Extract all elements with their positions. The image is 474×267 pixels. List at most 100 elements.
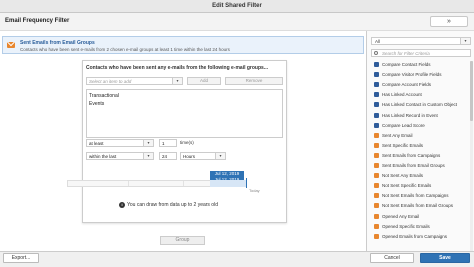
- criteria-list-item-label: Not Sent Emails from Email Groups: [382, 203, 454, 209]
- criteria-list-item[interactable]: Compare Account Fields: [371, 81, 471, 89]
- criteria-list-item-label: Compare Account Fields: [382, 82, 432, 88]
- cancel-button[interactable]: Cancel: [370, 253, 414, 263]
- person-icon: [374, 122, 379, 128]
- criteria-list-item[interactable]: Not Sent Emails from Email Groups: [371, 202, 471, 210]
- criteria-title: Sent Emails from Email Groups: [20, 40, 95, 46]
- criteria-list-item-label: Opened Specific Emails: [382, 223, 430, 229]
- email-icon: [374, 142, 379, 148]
- criteria-list-item[interactable]: Sent Any Email: [371, 132, 471, 140]
- criteria-list-item-label: Sent Any Email: [382, 132, 413, 138]
- person-icon: [374, 82, 379, 88]
- email-icon: [374, 203, 379, 209]
- criteria-list-item-label: Opened Emails from Campaigns: [382, 233, 448, 239]
- criteria-list-item-label: Compare Lead Score: [382, 122, 425, 128]
- list-item[interactable]: Events: [89, 101, 104, 107]
- criteria-list: Compare Contact Fields Compare Visitor Pr…: [371, 61, 471, 251]
- criteria-list-item-label: Not Sent Specific Emails: [382, 183, 432, 189]
- frequency-count-value: 1: [162, 141, 165, 146]
- chevron-down-icon[interactable]: ▾: [460, 38, 470, 44]
- criteria-list-item-label: Compare Contact Fields: [382, 62, 431, 67]
- criteria-category-value: All: [375, 39, 381, 44]
- period-count-value: 24: [162, 154, 168, 159]
- criteria-list-item[interactable]: Opened Any Email: [371, 213, 471, 221]
- criteria-list-item-label: Sent Emails from Email Groups: [382, 163, 445, 168]
- search-icon: [374, 51, 378, 55]
- period-unit-value: Hours: [183, 154, 196, 159]
- period-count-field[interactable]: 24: [159, 152, 177, 160]
- criteria-list-item[interactable]: Not Sent Emails from Campaigns: [371, 192, 471, 200]
- email-icon: [374, 193, 379, 199]
- chevron-down-icon[interactable]: ▾: [172, 78, 182, 84]
- window-title: Edit Shared Filter: [212, 3, 262, 9]
- period-operator-select[interactable]: within the last ▾: [86, 152, 154, 160]
- criteria-list-item[interactable]: Sent Specific Emails: [371, 142, 471, 150]
- timeline-selected-range: [210, 180, 247, 187]
- chevron-down-icon[interactable]: ▾: [143, 140, 153, 146]
- criteria-list-item-label: Not Sent Any Emails: [382, 173, 424, 179]
- export-button[interactable]: Export...: [3, 253, 39, 263]
- timeline-end-label: Today: [249, 188, 260, 193]
- panel-question: Contacts who have been sent any e-mails …: [86, 65, 268, 71]
- expand-button[interactable]: »: [430, 16, 468, 27]
- criteria-list-item[interactable]: Compare Visitor Profile Fields: [371, 71, 471, 79]
- criteria-description: Contacts who have been sent e-mails from…: [20, 47, 230, 52]
- email-icon: [374, 213, 379, 219]
- frequency-operator-value: at least: [89, 141, 104, 146]
- criteria-editor-panel: Contacts who have been sent any e-mails …: [82, 60, 287, 223]
- person-icon: [374, 72, 379, 78]
- criteria-list-item-label: Sent Emails from Campaigns: [382, 152, 441, 158]
- criteria-list-item-label: Not Sent Emails from Campaigns: [382, 193, 449, 199]
- criteria-category-select[interactable]: All ▾: [371, 37, 471, 45]
- date-range-info-text: You can draw from data up to 2 years old: [127, 202, 218, 208]
- timeline-tick: [128, 181, 129, 186]
- person-icon: [374, 102, 379, 108]
- email-groups-list[interactable]: Transactional Events: [86, 89, 283, 138]
- filter-type-title: Email Frequency Filter: [5, 18, 70, 24]
- criteria-list-item[interactable]: Sent Emails from Campaigns: [371, 152, 471, 160]
- chevron-down-icon[interactable]: ▾: [143, 153, 153, 159]
- email-icon: [374, 132, 379, 138]
- criteria-list-item-label: Sent Specific Emails: [382, 142, 424, 148]
- scrollbar-thumb[interactable]: [470, 61, 473, 121]
- info-icon: i: [119, 202, 125, 208]
- criteria-list-item[interactable]: Sent Emails from Email Groups: [371, 162, 471, 170]
- email-icon: [374, 183, 379, 189]
- frequency-operator-select[interactable]: at least ▾: [86, 139, 154, 147]
- criteria-list-item[interactable]: Not Sent Specific Emails: [371, 182, 471, 190]
- criteria-list-item-label: Has Linked Account: [382, 92, 422, 98]
- period-unit-select[interactable]: Hours ▾: [180, 152, 226, 160]
- chevron-down-icon[interactable]: ▾: [215, 153, 225, 159]
- criteria-list-item[interactable]: Opened Specific Emails: [371, 223, 471, 231]
- email-icon: [7, 42, 15, 48]
- criteria-list-item[interactable]: Has Linked Record in Event: [371, 112, 471, 120]
- criteria-list-item[interactable]: Compare Contact Fields: [371, 61, 471, 69]
- email-icon: [374, 152, 379, 158]
- criteria-search-input[interactable]: Search for Filter Criteria: [371, 49, 471, 57]
- criteria-list-item-label: Has Linked Record in Event: [382, 112, 438, 118]
- criteria-scrollbar[interactable]: [470, 61, 473, 251]
- frequency-count-field[interactable]: 1: [159, 139, 177, 147]
- criteria-list-item-label: Compare Visitor Profile Fields: [382, 72, 442, 78]
- remove-button[interactable]: Remove: [225, 77, 283, 85]
- save-button[interactable]: Save: [420, 253, 470, 263]
- timeline-tick: [183, 181, 184, 186]
- person-icon: [374, 112, 379, 118]
- item-picker-select[interactable]: Select an item to add ▾: [86, 77, 183, 85]
- timeline-handle[interactable]: [246, 178, 247, 188]
- criteria-list-item-label: Has Linked Contact in Custom Object: [382, 102, 458, 108]
- criteria-list-item[interactable]: Compare Lead Score: [371, 122, 471, 130]
- criteria-list-item[interactable]: Opened Emails from Campaigns: [371, 233, 471, 241]
- criteria-list-item[interactable]: Has Linked Account: [371, 91, 471, 99]
- add-button[interactable]: Add: [187, 77, 221, 85]
- window-titlebar: Edit Shared Filter: [0, 0, 474, 13]
- criteria-list-item[interactable]: Not Sent Any Emails: [371, 172, 471, 180]
- email-icon: [374, 233, 379, 239]
- email-icon: [374, 173, 379, 179]
- filter-criteria-sidebar: All ▾ Search for Filter Criteria Compare…: [366, 31, 474, 251]
- criteria-list-item[interactable]: Has Linked Contact in Custom Object: [371, 101, 471, 109]
- selected-criteria-card[interactable]: Sent Emails from Email Groups Contacts w…: [2, 36, 364, 54]
- item-picker-placeholder: Select an item to add: [89, 79, 132, 84]
- dialog-footer: Export... Cancel Save: [0, 251, 474, 267]
- list-item[interactable]: Transactional: [89, 93, 119, 99]
- group-button[interactable]: Group: [160, 236, 205, 245]
